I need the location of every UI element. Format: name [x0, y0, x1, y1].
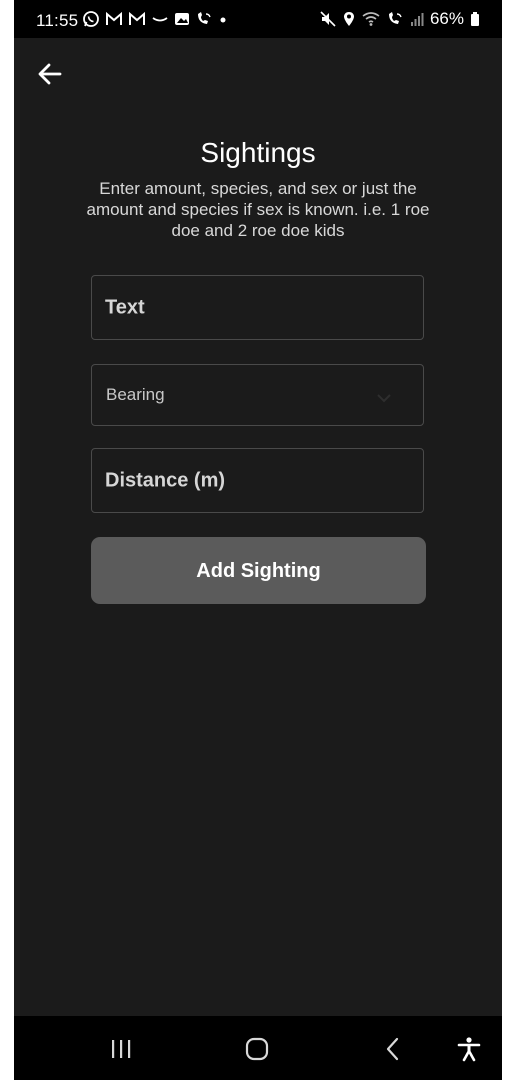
- text-field-placeholder: Text: [105, 296, 145, 318]
- nav-back-button[interactable]: [380, 1036, 406, 1062]
- signal-icon: [410, 11, 424, 27]
- bearing-select-placeholder: Bearing: [106, 385, 165, 404]
- add-sighting-button[interactable]: Add Sighting: [91, 537, 426, 604]
- battery-percent: 66%: [429, 9, 464, 28]
- text-field[interactable]: Text: [91, 275, 424, 340]
- status-time: 11:55: [36, 11, 79, 30]
- battery-icon: [470, 11, 480, 27]
- back-chevron-icon: [380, 1036, 406, 1062]
- wifi-call-icon: [195, 11, 213, 27]
- recents-icon: [108, 1036, 134, 1062]
- accessibility-button[interactable]: [456, 1036, 482, 1062]
- distance-field[interactable]: Distance (m): [91, 448, 424, 513]
- wifi-call-icon: [386, 11, 404, 27]
- gmail-icon: [105, 11, 123, 27]
- status-bar: 11:55 66%: [14, 0, 502, 38]
- dot-icon: [218, 11, 228, 27]
- page-title: Sightings: [200, 137, 316, 168]
- home-button[interactable]: [244, 1036, 270, 1062]
- accessibility-icon: [456, 1036, 482, 1062]
- app-screen: 11:55 66% Sightings Enter amount, specie…: [14, 0, 502, 1080]
- smile-icon: [151, 11, 169, 27]
- location-icon: [342, 11, 356, 27]
- chevron-down-icon: [377, 390, 391, 403]
- page-description: Enter amount, species, and sex or just t…: [86, 179, 430, 240]
- gallery-icon: [174, 11, 190, 27]
- distance-field-placeholder: Distance (m): [105, 469, 226, 491]
- notification-icons: [82, 9, 228, 29]
- system-status: 66%: [320, 9, 480, 29]
- navigation-bar: [14, 1016, 502, 1080]
- mute-icon: [320, 11, 336, 27]
- arrow-left-icon: [34, 58, 66, 90]
- recents-button[interactable]: [108, 1036, 134, 1062]
- home-icon: [244, 1036, 270, 1062]
- wifi-icon: [362, 11, 380, 27]
- back-button[interactable]: [34, 58, 66, 90]
- gmail-icon: [128, 11, 146, 27]
- bearing-select[interactable]: Bearing: [91, 364, 424, 426]
- whatsapp-icon: [82, 10, 100, 28]
